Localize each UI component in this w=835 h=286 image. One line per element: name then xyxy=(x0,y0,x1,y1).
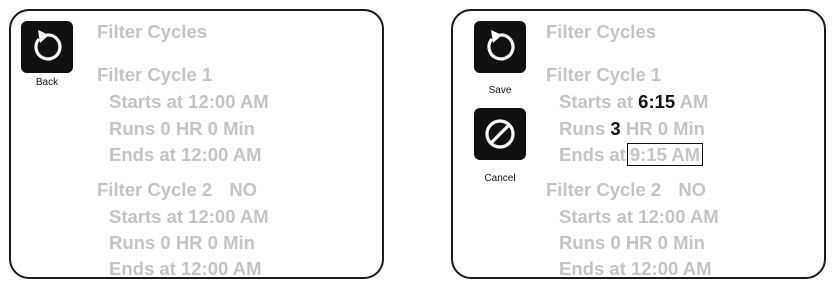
filter-cycles-panel-edit: Save Cancel Filter Cycles Filter Cycle 1… xyxy=(451,9,826,279)
save-button[interactable] xyxy=(474,21,526,73)
page-title: Filter Cycles xyxy=(546,21,657,42)
runs-prefix: Runs xyxy=(559,118,606,139)
starts-prefix: Starts at xyxy=(109,91,184,112)
filter-cycle-2-ends: Ends at 12:00 AM xyxy=(109,258,262,279)
filter-cycle-2-runs: Runs 0 HR 0 Min xyxy=(109,232,255,253)
filter-cycle-1-title: Filter Cycle 1 xyxy=(546,64,662,85)
ends-value[interactable]: 12:00 AM xyxy=(181,144,262,165)
filter-cycle-1-starts: Starts at 6:15 AM xyxy=(559,92,708,112)
filter-cycle-2-starts: Starts at 12:00 AM xyxy=(559,206,719,227)
starts-time-value[interactable]: 6:15 xyxy=(638,91,675,112)
filter-cycle-2-label: Filter Cycle 2 xyxy=(546,179,662,200)
save-arrow-icon xyxy=(487,30,515,61)
filter-cycle-2-runs: Runs 0 HR 0 Min xyxy=(559,232,705,253)
runs-hours-value[interactable]: 3 xyxy=(610,118,620,139)
runs-suffix[interactable]: HR 0 Min xyxy=(626,118,705,139)
ends-prefix: Ends at xyxy=(109,144,176,165)
back-arrow-icon xyxy=(34,30,62,61)
save-label: Save xyxy=(488,85,512,96)
back-button[interactable] xyxy=(21,21,73,73)
ends-prefix: Ends at xyxy=(559,144,626,165)
filter-cycle-2-state[interactable]: NO xyxy=(678,179,706,200)
filter-cycle-2-starts: Starts at 12:00 AM xyxy=(109,206,269,227)
filter-cycle-2-state[interactable]: NO xyxy=(229,179,257,200)
starts-ampm[interactable]: AM xyxy=(680,91,709,112)
filter-cycle-2-ends: Ends at 12:00 AM xyxy=(559,258,712,279)
filter-cycle-1-runs[interactable]: Runs 0 HR 0 Min xyxy=(109,119,255,139)
page-title: Filter Cycles xyxy=(97,21,208,42)
filter-cycle-1-ends: Ends at 12:00 AM xyxy=(109,145,262,165)
starts-prefix: Starts at xyxy=(559,91,634,112)
cancel-button[interactable] xyxy=(474,108,526,160)
filter-cycle-2-label: Filter Cycle 2 xyxy=(97,179,213,200)
starts-value[interactable]: 12:00 AM xyxy=(188,91,269,112)
filter-cycle-2-title: Filter Cycle 2 NO xyxy=(546,180,706,200)
back-label: Back xyxy=(35,77,59,88)
filter-cycle-1-ends: Ends at 9:15 AM xyxy=(559,143,704,166)
cancel-icon xyxy=(485,119,515,149)
filter-cycle-1-title: Filter Cycle 1 xyxy=(97,64,213,85)
cancel-label: Cancel xyxy=(484,173,516,184)
filter-cycle-1-runs: Runs 3 HR 0 Min xyxy=(559,119,705,139)
filter-cycle-2-title: Filter Cycle 2 NO xyxy=(97,180,257,200)
ends-value-box: 9:15 AM xyxy=(626,143,704,166)
filter-cycles-panel-view: Back Filter Cycles Filter Cycle 1 Starts… xyxy=(9,9,384,279)
filter-cycle-1-starts: Starts at 12:00 AM xyxy=(109,92,269,112)
